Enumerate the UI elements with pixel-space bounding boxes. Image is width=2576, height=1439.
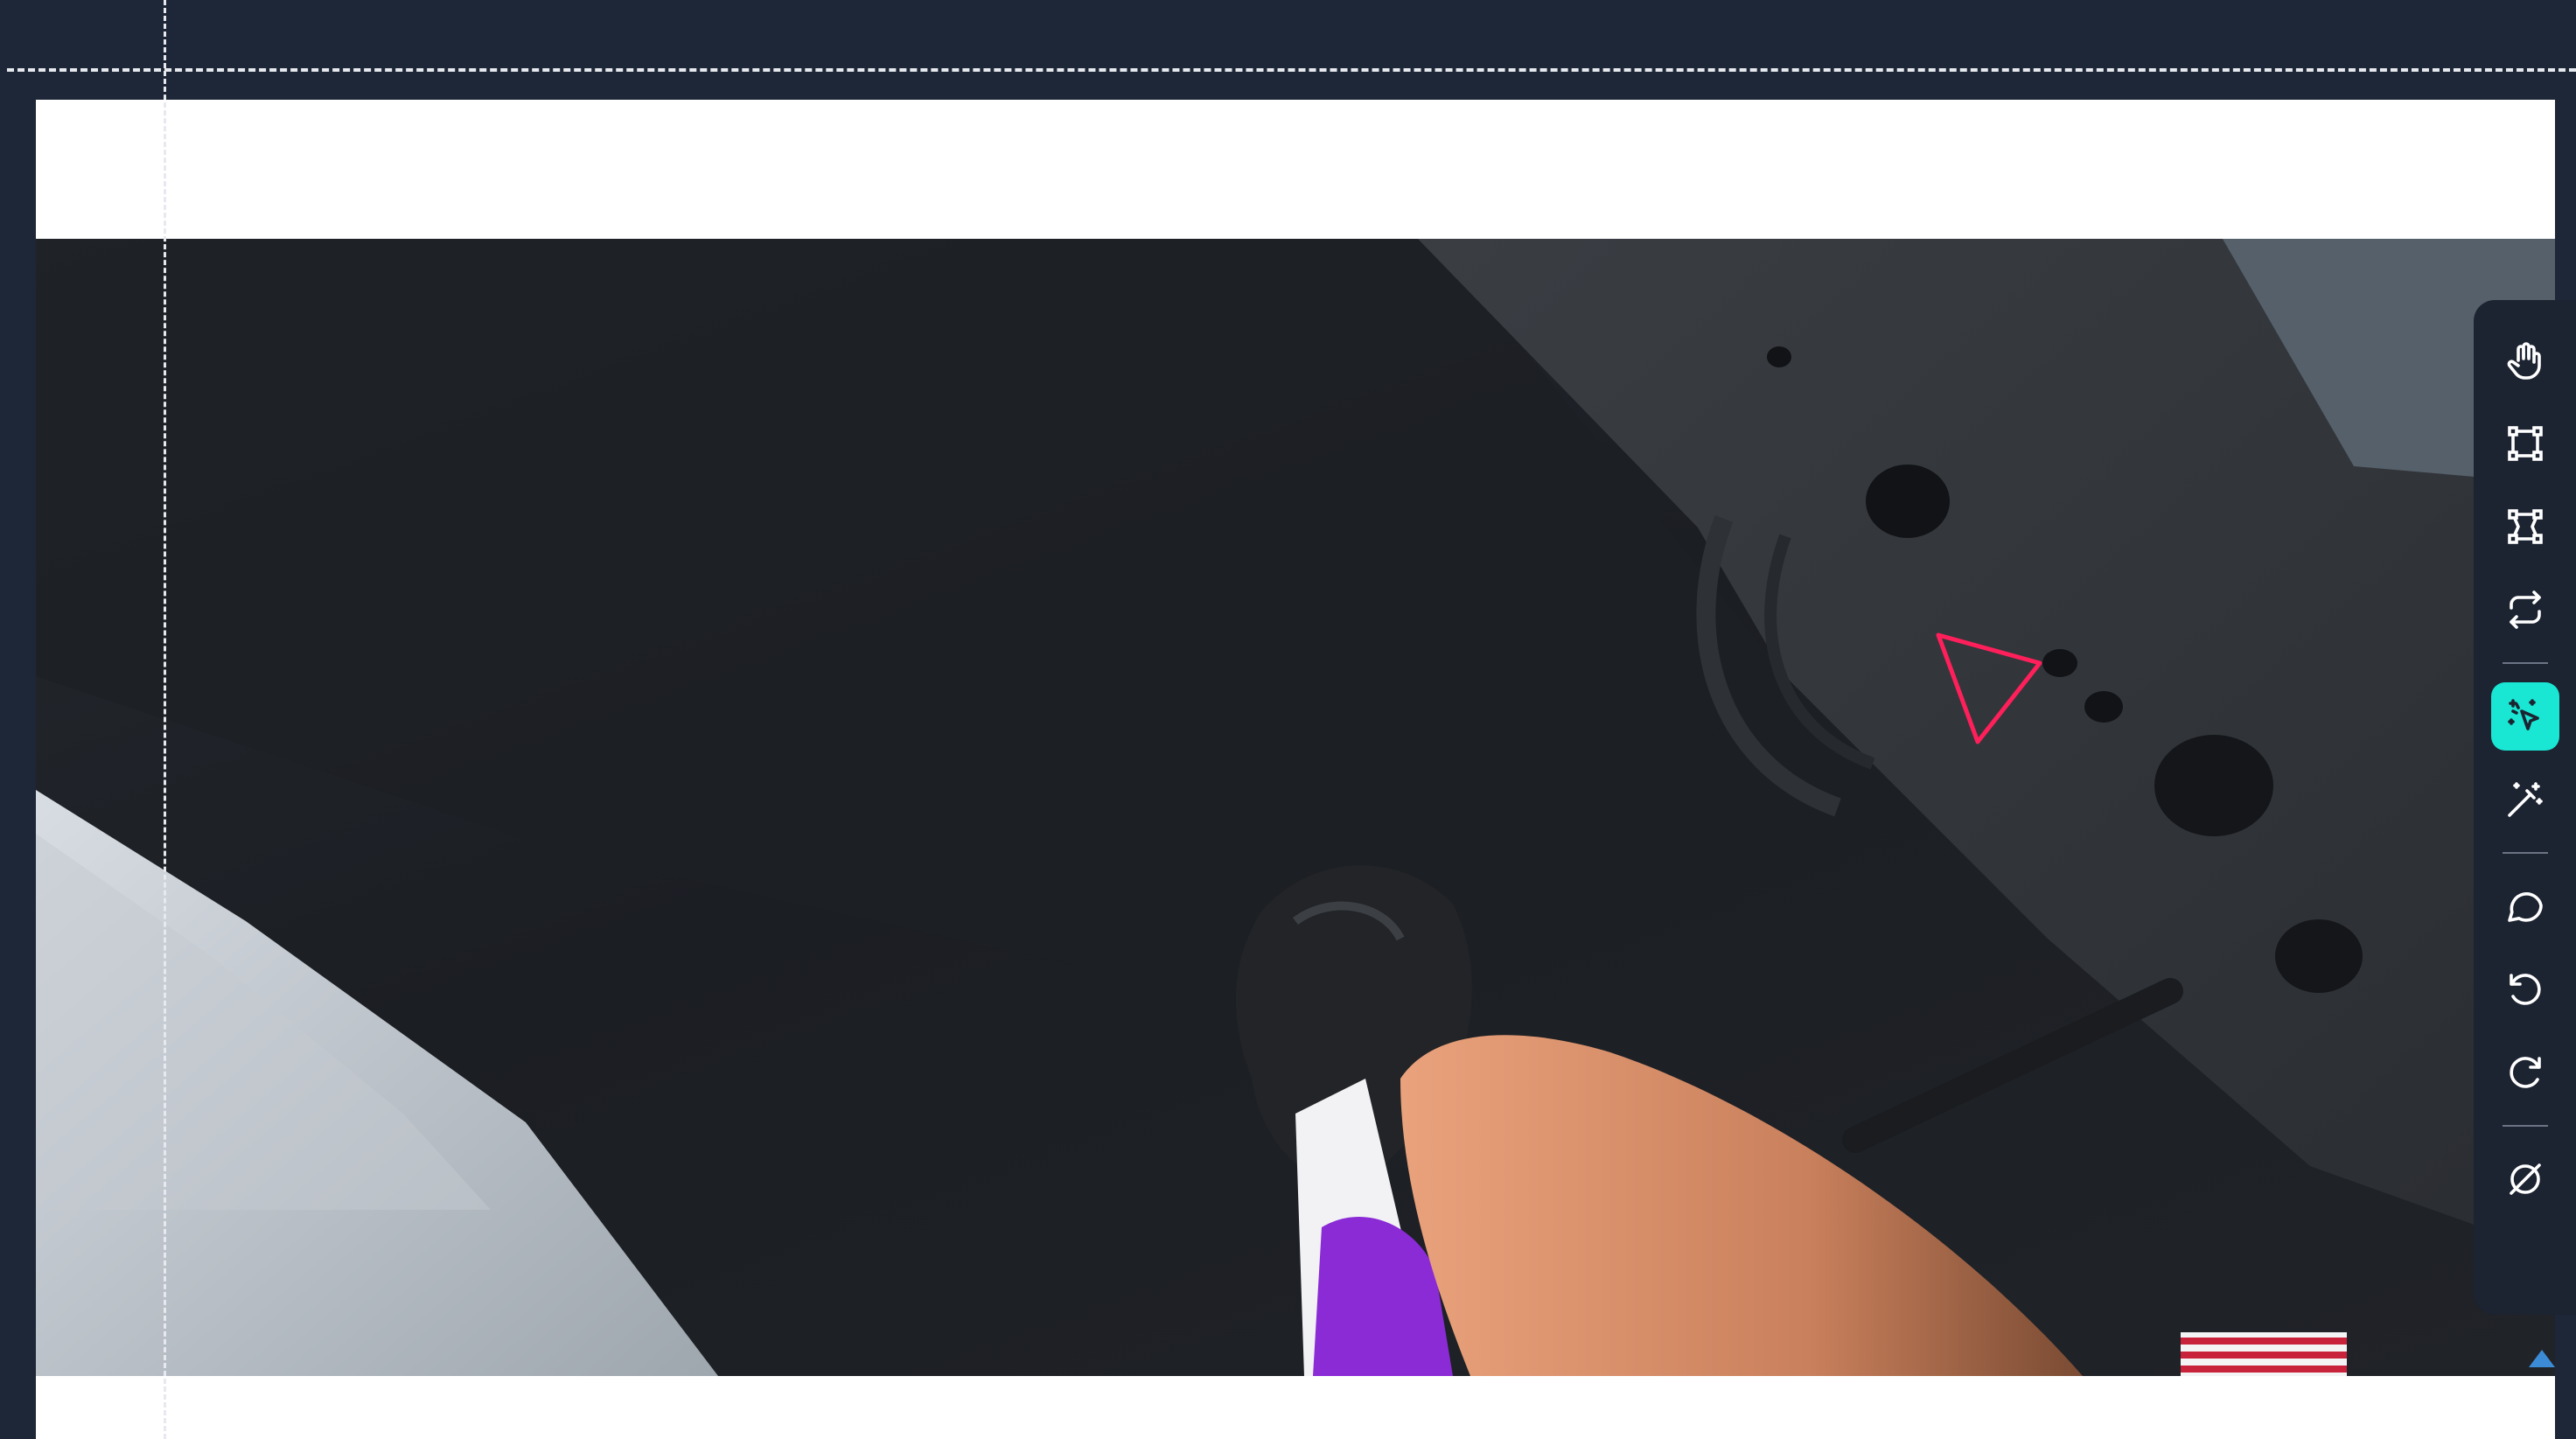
- photo-scene: [36, 239, 2555, 1376]
- polygon-tool-button[interactable]: [2491, 492, 2559, 561]
- bounding-box-tool-button[interactable]: [2491, 409, 2559, 478]
- hand-icon: [2507, 342, 2541, 380]
- toolbar-separator: [2502, 852, 2548, 854]
- square-corners-icon: [2507, 426, 2543, 461]
- redo-button[interactable]: [2491, 1038, 2559, 1107]
- magic-wand-icon: [2507, 782, 2543, 817]
- annotated-photo[interactable]: [36, 239, 2555, 1376]
- polygon-icon: [2507, 509, 2543, 544]
- vertical-guide-line: [164, 0, 166, 1439]
- comment-tool-button[interactable]: [2491, 872, 2559, 940]
- pan-tool-button[interactable]: [2491, 326, 2559, 395]
- magic-wand-tool-button[interactable]: [2491, 765, 2559, 834]
- repeat-arrows-icon: [2509, 590, 2541, 629]
- smart-select-tool-button[interactable]: [2490, 682, 2559, 751]
- flag-patch: [2181, 1332, 2347, 1376]
- scroll-marker-icon: [2529, 1350, 2555, 1367]
- speech-bubble-icon: [2507, 892, 2543, 922]
- empty-set-icon: [2509, 1163, 2541, 1195]
- swap-tool-button[interactable]: [2491, 576, 2559, 644]
- magic-cursor-icon: [2507, 699, 2539, 730]
- toolbar-separator: [2502, 662, 2548, 664]
- shadow-area: [36, 239, 1785, 1026]
- redo-icon: [2509, 1057, 2541, 1088]
- annotation-toolbar: [2474, 300, 2576, 1315]
- undo-icon: [2509, 974, 2541, 1005]
- clear-tool-button[interactable]: [2491, 1145, 2559, 1213]
- undo-button[interactable]: [2491, 955, 2559, 1023]
- horizontal-guide-line: [7, 68, 2576, 72]
- toolbar-separator: [2502, 1125, 2548, 1127]
